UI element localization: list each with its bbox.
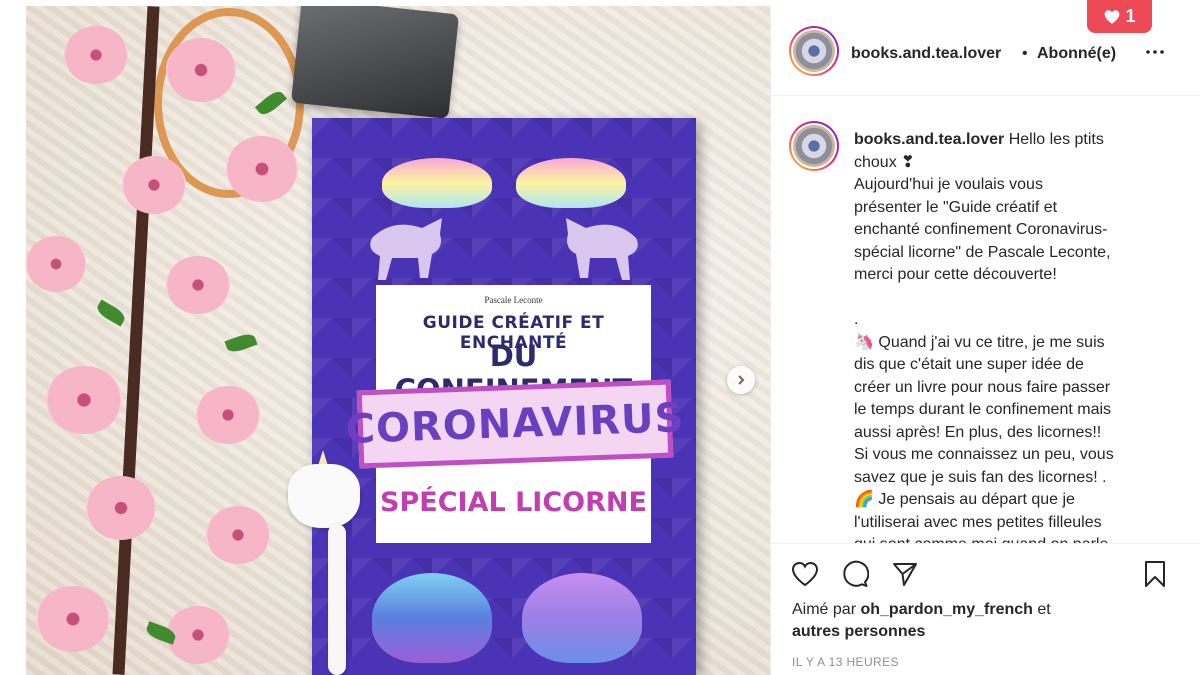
more-options-button[interactable]: [1145, 36, 1165, 68]
save-button[interactable]: [1139, 558, 1171, 590]
avatar[interactable]: [789, 26, 839, 76]
unicorn-illustration: [352, 198, 462, 288]
header-separator: •: [1022, 45, 1028, 62]
book-stamp-text: CORONAVIRUS: [344, 395, 686, 453]
blossom-flower: [86, 476, 156, 540]
book-stamp: CORONAVIRUS: [345, 379, 685, 469]
blossom-flower: [166, 606, 230, 664]
likes-summary: Aimé par oh_pardon_my_french et autres pe…: [792, 599, 1112, 643]
post-timestamp[interactable]: IL Y A 13 HEURES: [792, 655, 899, 669]
like-button[interactable]: [789, 558, 821, 590]
decor-jewelry-box: [290, 6, 460, 119]
unicorn-illustration: [522, 573, 642, 663]
chevron-right-icon: [738, 375, 745, 385]
activity-notification-badge[interactable]: 1: [1087, 0, 1152, 33]
heart-icon: [1105, 9, 1120, 24]
send-icon: [893, 563, 917, 586]
book-subtitle: SPÉCIAL LICORNE: [380, 487, 647, 518]
caption-area: books.and.tea.lover Hello les ptits chou…: [771, 97, 1200, 543]
blossom-flower: [26, 236, 86, 292]
caption-username[interactable]: books.and.tea.lover: [854, 131, 1004, 148]
unicorn-illustration: [372, 573, 492, 663]
likes-middle: et: [1032, 601, 1051, 618]
avatar-image: [793, 125, 835, 167]
book-author: Pascale Leconte: [484, 295, 543, 305]
pen-head: [288, 464, 360, 528]
post-actions: Aimé par oh_pardon_my_french et autres pe…: [771, 543, 1200, 675]
blossom-flower: [206, 506, 270, 564]
comment-button[interactable]: [839, 558, 871, 590]
blossom-flower: [46, 366, 122, 434]
pen-body: [328, 524, 346, 675]
post-details-panel: books.and.tea.lover • Abonné(e) books.an…: [770, 6, 1200, 675]
likes-prefix: Aimé par: [792, 601, 861, 618]
avatar-image: [793, 30, 835, 72]
post-photo[interactable]: Pascale Leconte GUIDE CRÉATIF ET ENCHANT…: [26, 6, 770, 675]
blossom-flower: [64, 26, 128, 84]
comment-icon: [843, 560, 869, 587]
blossom-flower: [226, 136, 298, 202]
caption-text: books.and.tea.lover Hello les ptits chou…: [854, 129, 1174, 543]
blossom-flower: [36, 586, 110, 652]
blossom-flower: [196, 386, 260, 444]
unicorn-pen: [288, 450, 378, 675]
unicorn-illustration: [546, 198, 656, 288]
next-photo-button[interactable]: [727, 366, 755, 394]
header-username[interactable]: books.and.tea.lover: [851, 45, 1001, 63]
caption-body: Hello les ptits choux ❣ Aujourd'hui je v…: [854, 131, 1114, 543]
bookmark-icon: [1145, 561, 1165, 587]
blossom-flower: [122, 156, 186, 214]
heart-icon: [791, 561, 819, 587]
book-title-panel: Pascale Leconte GUIDE CRÉATIF ET ENCHANT…: [345, 285, 685, 543]
more-horizontal-icon: [1146, 50, 1164, 54]
blossom-flower: [166, 38, 236, 102]
share-button[interactable]: [889, 558, 921, 590]
liked-by-user[interactable]: oh_pardon_my_french: [860, 601, 1032, 618]
caption-avatar[interactable]: [789, 121, 839, 171]
notification-count: 1: [1125, 6, 1136, 26]
follow-status-button[interactable]: Abonné(e): [1037, 45, 1116, 63]
likes-others-link[interactable]: autres personnes: [792, 623, 925, 640]
blossom-flower: [166, 256, 230, 314]
